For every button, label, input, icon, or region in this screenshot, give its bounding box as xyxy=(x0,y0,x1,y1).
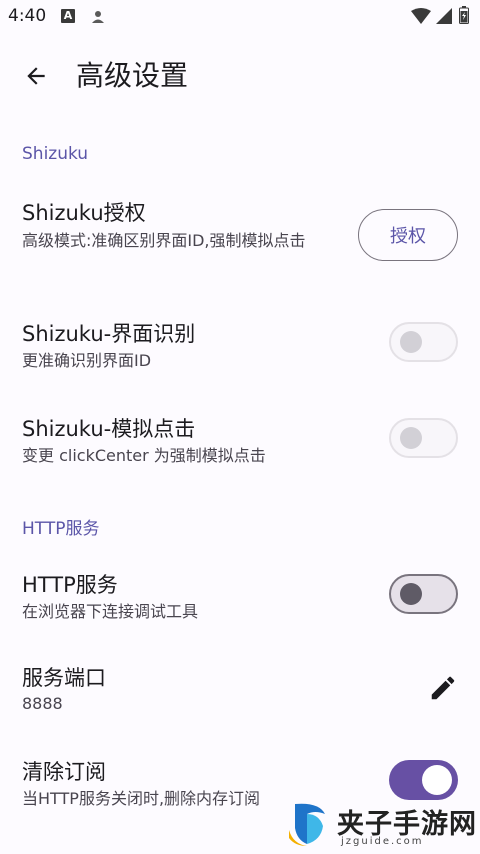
pref-title-shizuku-auth[interactable]: Shizuku授权 xyxy=(22,197,146,227)
clear-subscription-switch[interactable] xyxy=(389,760,458,800)
grant-button[interactable]: 授权 xyxy=(358,209,458,261)
battery-icon xyxy=(459,6,469,24)
pref-summary-clear-subscription: 当HTTP服务关闭时,删除内存订阅 xyxy=(22,789,261,808)
pref-title-service-port[interactable]: 服务端口 xyxy=(22,662,106,692)
watermark: 夹子手游网 jzguide.com xyxy=(285,796,480,854)
pref-title-shizuku-simulate-click[interactable]: Shizuku-模拟点击 xyxy=(22,413,195,443)
status-time: 4:40 xyxy=(8,6,47,26)
app-bar: 高级设置 xyxy=(0,40,480,112)
page-title: 高级设置 xyxy=(76,59,189,92)
person-icon xyxy=(92,11,104,23)
arrow-back-icon xyxy=(27,67,45,85)
pref-title-http-service[interactable]: HTTP服务 xyxy=(22,569,118,599)
edit-port-button[interactable] xyxy=(428,673,458,703)
pref-title-clear-subscription[interactable]: 清除订阅 xyxy=(22,756,106,786)
back-button[interactable] xyxy=(18,58,54,94)
pref-summary-shizuku-simulate-click: 变更 clickCenter 为强制模拟点击 xyxy=(22,446,266,465)
switch-thumb xyxy=(400,583,422,605)
pref-summary-service-port: 8888 xyxy=(22,694,63,713)
signal-icon xyxy=(436,8,452,24)
http-service-switch[interactable] xyxy=(389,574,458,614)
watermark-logo-icon xyxy=(289,803,325,846)
pref-summary-shizuku-ui-recognition: 更准确识别界面ID xyxy=(22,351,152,370)
pref-summary-http-service: 在浏览器下连接调试工具 xyxy=(22,602,199,621)
pref-title-shizuku-ui-recognition[interactable]: Shizuku-界面识别 xyxy=(22,318,195,348)
section-header-http: HTTP服务 xyxy=(22,519,100,539)
notification-a-icon: A xyxy=(61,9,75,23)
switch-thumb xyxy=(400,331,422,353)
wifi-icon xyxy=(411,8,431,24)
switch-thumb xyxy=(422,765,452,795)
watermark-subtext: jzguide.com xyxy=(341,836,424,847)
status-bar: 4:40 A xyxy=(0,0,480,34)
section-header-shizuku: Shizuku xyxy=(22,144,89,164)
switch-thumb xyxy=(400,427,422,449)
pref-summary-shizuku-auth: 高级模式:准确区别界面ID,强制模拟点击 xyxy=(22,231,306,250)
edit-icon xyxy=(431,676,455,700)
simulate-click-switch[interactable] xyxy=(389,418,458,458)
ui-recognition-switch[interactable] xyxy=(389,322,458,362)
